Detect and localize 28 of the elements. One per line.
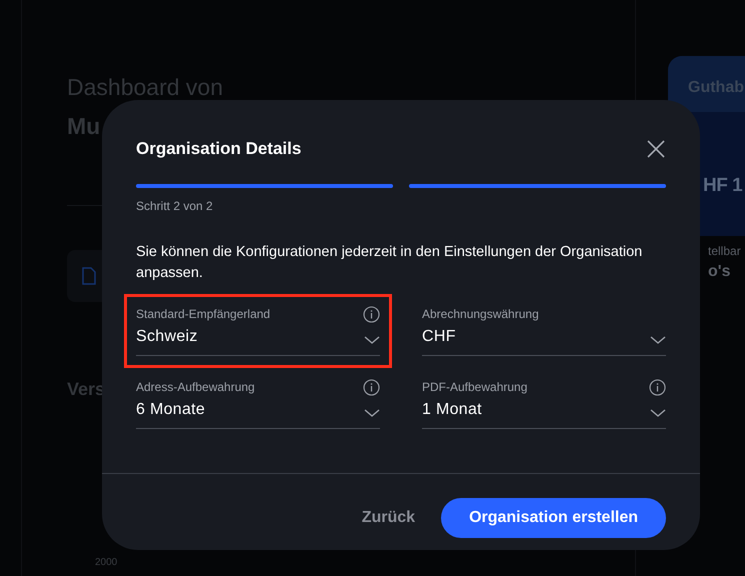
info-icon[interactable] — [363, 306, 380, 322]
chevron-down-icon — [364, 408, 380, 418]
axis-label: 2000 — [95, 556, 118, 570]
balance-amount: HF 1 — [703, 174, 742, 198]
field-label: PDF-Aufbewahrung — [422, 379, 528, 396]
dialog-title: Organisation Details — [136, 138, 302, 160]
field-label: Abrechnungswährung — [422, 306, 539, 323]
select-field[interactable]: Abrechnungswährung CHF — [422, 306, 666, 356]
dialog-description: Sie können die Konfigurationen jederzeit in den Einstellungen der Organisation anpassen. — [136, 242, 644, 282]
create-organisation-button[interactable]: Organisation erstellen — [441, 498, 666, 538]
chevron-down-icon — [650, 408, 666, 418]
select-field[interactable]: PDF-Aufbewahrung 1 Monat — [422, 378, 666, 428]
field-value: CHF — [422, 326, 456, 346]
field-label: Standard-Empfängerland — [136, 306, 270, 323]
field-label: Adress-Aufbewahrung — [136, 379, 255, 396]
field-value: 1 Monat — [422, 400, 482, 420]
side-label: tellbar — [708, 243, 741, 260]
select-field[interactable]: Adress-Aufbewahrung 6 Monate — [136, 378, 380, 428]
close-icon[interactable] — [647, 140, 665, 158]
step-label: Schritt 2 von 2 — [136, 198, 214, 214]
info-icon[interactable] — [649, 378, 666, 396]
chevron-down-icon — [650, 336, 666, 344]
chevron-down-icon — [364, 336, 380, 344]
info-icon[interactable] — [363, 378, 380, 396]
field-value: 6 Monate — [136, 400, 206, 420]
side-value: o's — [708, 262, 730, 282]
field-value: Schweiz — [136, 326, 198, 346]
back-button[interactable]: Zurück — [360, 506, 418, 530]
